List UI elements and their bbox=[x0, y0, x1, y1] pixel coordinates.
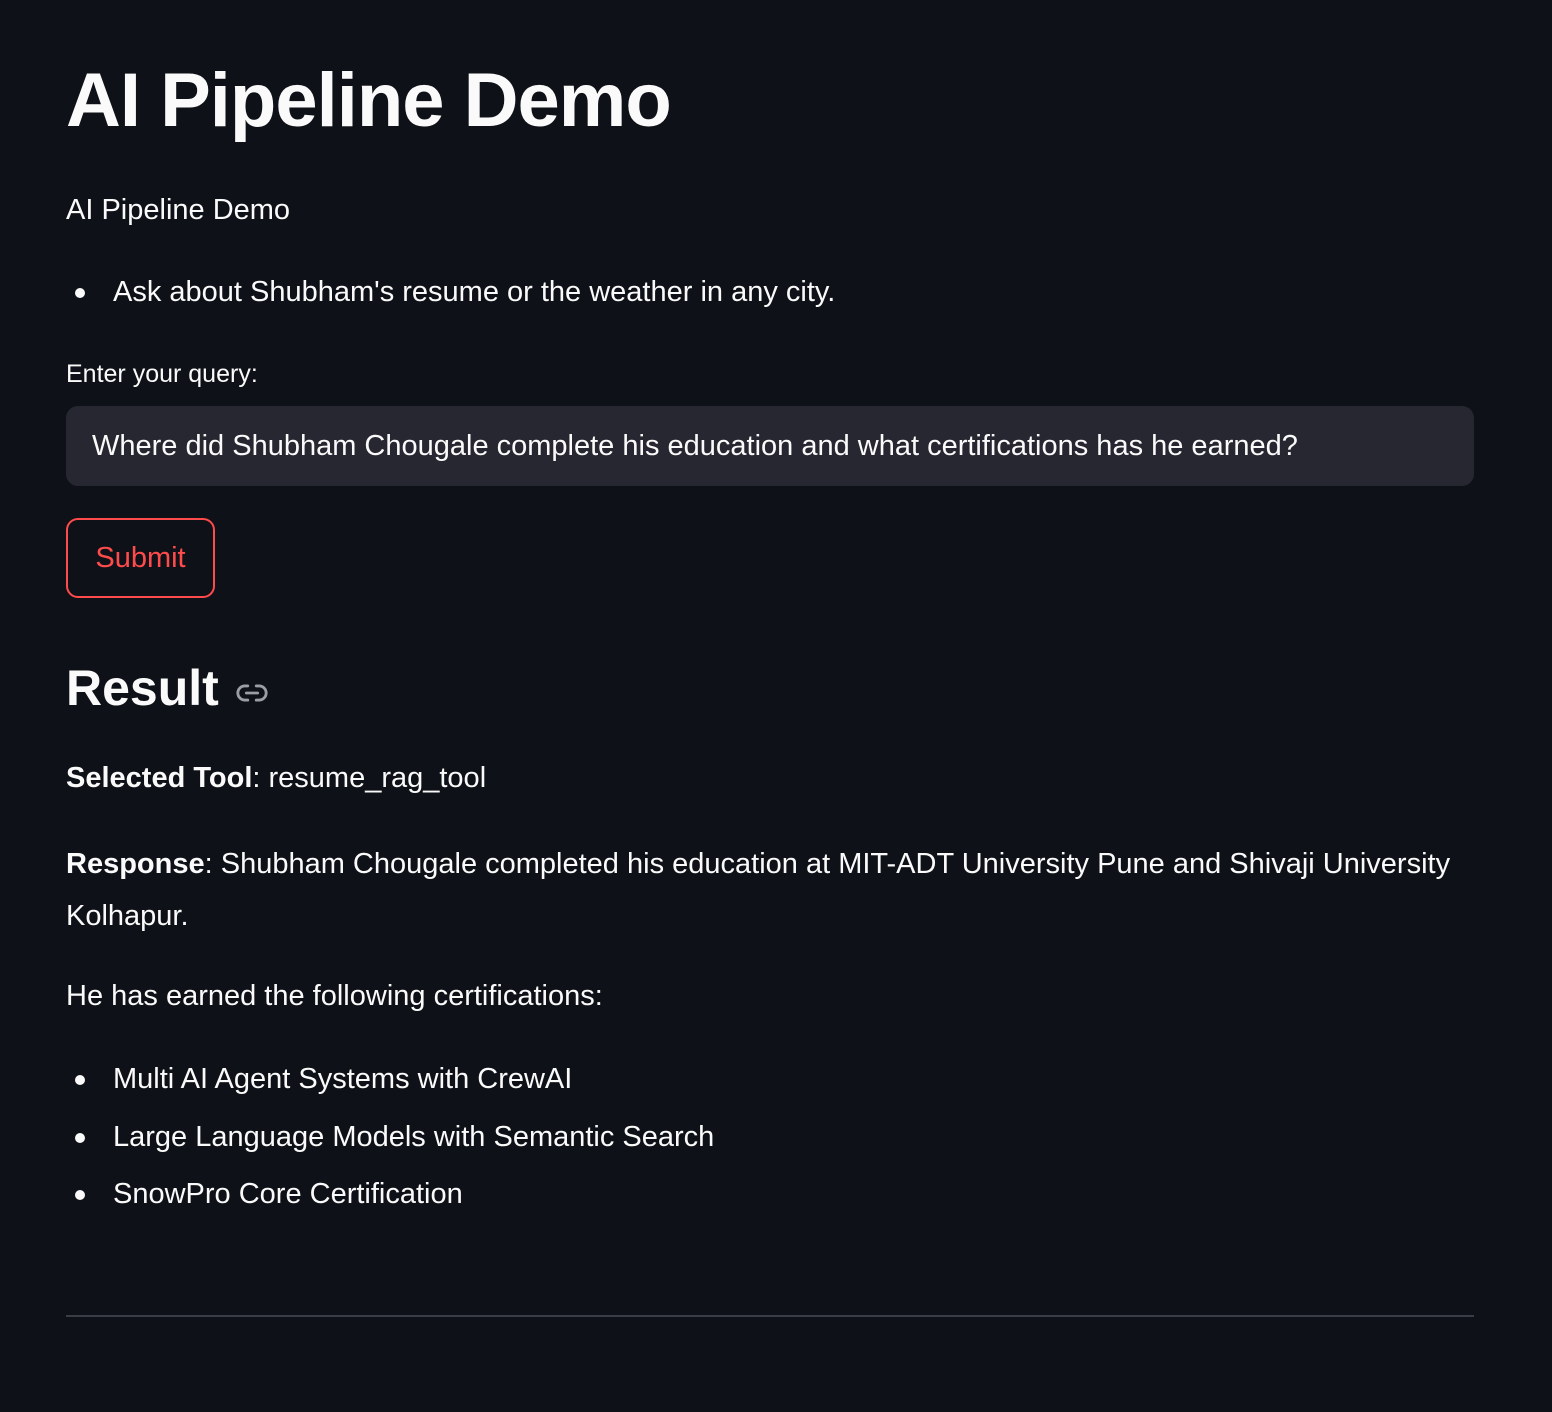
certifications-list: Multi AI Agent Systems with CrewAI Large… bbox=[66, 1059, 714, 1232]
submit-button[interactable]: Submit bbox=[66, 518, 215, 598]
query-input[interactable] bbox=[66, 406, 1474, 486]
result-title: Result bbox=[66, 660, 219, 716]
certification-item: Large Language Models with Semantic Sear… bbox=[66, 1117, 714, 1157]
result-heading: Result bbox=[66, 656, 269, 720]
response: Response: Shubham Chougale completed his… bbox=[66, 838, 1474, 942]
selected-tool: Selected Tool: resume_rag_tool bbox=[66, 758, 486, 798]
certification-item: Multi AI Agent Systems with CrewAI bbox=[66, 1059, 714, 1099]
intro-list: Ask about Shubham's resume or the weathe… bbox=[66, 272, 835, 312]
response-label: Response bbox=[66, 848, 205, 880]
response-text: : Shubham Chougale completed his educati… bbox=[66, 848, 1451, 932]
page-title: AI Pipeline Demo bbox=[66, 58, 672, 143]
selected-tool-value: : resume_rag_tool bbox=[252, 762, 487, 794]
link-icon[interactable] bbox=[235, 676, 269, 710]
query-label: Enter your query: bbox=[66, 360, 258, 388]
certification-item: SnowPro Core Certification bbox=[66, 1174, 714, 1214]
selected-tool-label: Selected Tool bbox=[66, 762, 253, 794]
certifications-intro: He has earned the following certificatio… bbox=[66, 980, 603, 1012]
divider bbox=[66, 1315, 1474, 1317]
intro-list-item: Ask about Shubham's resume or the weathe… bbox=[66, 272, 835, 312]
page-caption: AI Pipeline Demo bbox=[66, 194, 291, 226]
